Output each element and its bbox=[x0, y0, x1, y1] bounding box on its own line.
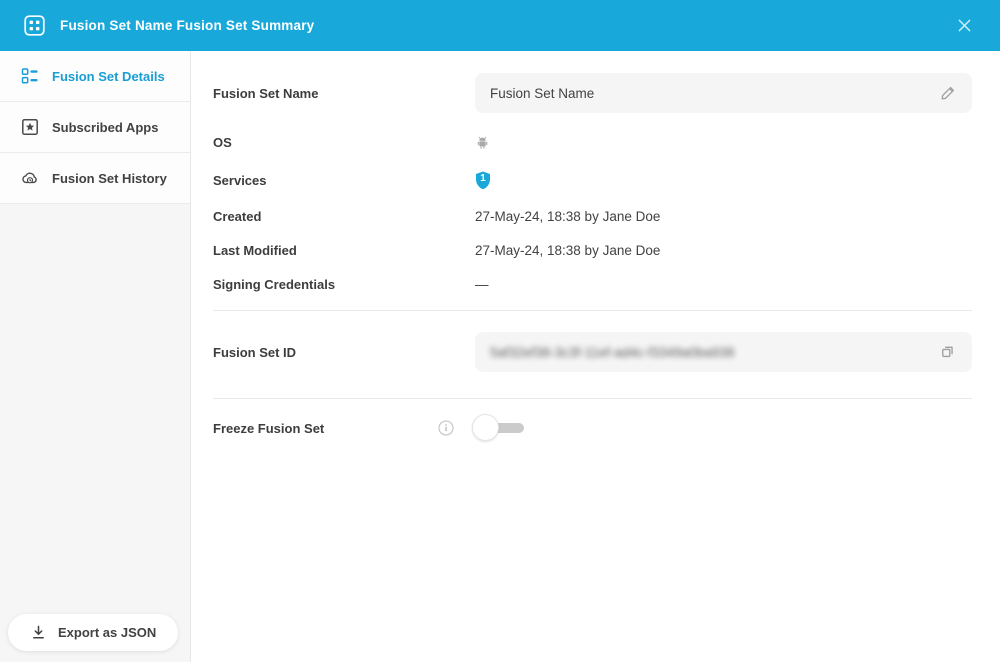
signing-credentials-value: — bbox=[475, 277, 489, 292]
last-modified-row: Last Modified 27-May-24, 18:38 by Jane D… bbox=[213, 239, 972, 261]
services-badge-count: 1 bbox=[475, 173, 491, 184]
services-label: Services bbox=[213, 173, 475, 188]
sidebar-item-fusion-set-history[interactable]: Fusion Set History bbox=[0, 153, 190, 204]
modal-title: Fusion Set Name Fusion Set Summary bbox=[60, 18, 314, 33]
pencil-icon[interactable] bbox=[939, 84, 957, 102]
star-square-icon bbox=[21, 118, 39, 136]
sidebar-item-label: Fusion Set History bbox=[52, 171, 167, 186]
modal-header: Fusion Set Name Fusion Set Summary bbox=[0, 0, 1000, 51]
sidebar-item-label: Fusion Set Details bbox=[52, 69, 165, 84]
created-value: 27-May-24, 18:38 by Jane Doe bbox=[475, 209, 660, 224]
fusion-set-grid-icon bbox=[24, 15, 45, 36]
sidebar-item-label: Subscribed Apps bbox=[52, 120, 158, 135]
created-label: Created bbox=[213, 209, 475, 224]
fusion-set-name-field[interactable]: Fusion Set Name bbox=[475, 73, 972, 113]
fusion-set-id-value: 5af32ef38-3c3f-11ef-ad4c-f3349a0ba938 bbox=[490, 345, 939, 360]
fusion-set-summary-modal: Fusion Set Name Fusion Set Summary Fusio… bbox=[0, 0, 1000, 662]
freeze-fusion-set-label: Freeze Fusion Set bbox=[213, 421, 438, 436]
sidebar: Fusion Set Details Subscribed Apps bbox=[0, 51, 191, 662]
os-label: OS bbox=[213, 135, 475, 150]
section-divider bbox=[213, 398, 972, 399]
download-icon bbox=[30, 624, 47, 641]
freeze-fusion-set-row: Freeze Fusion Set bbox=[213, 414, 972, 442]
details-list-icon bbox=[21, 67, 39, 85]
close-icon[interactable] bbox=[952, 14, 976, 38]
created-row: Created 27-May-24, 18:38 by Jane Doe bbox=[213, 205, 972, 227]
fusion-set-id-field: 5af32ef38-3c3f-11ef-ad4c-f3349a0ba938 bbox=[475, 332, 972, 372]
fusion-set-id-label: Fusion Set ID bbox=[213, 345, 475, 360]
fusion-set-name-value: Fusion Set Name bbox=[490, 86, 939, 101]
os-row: OS bbox=[213, 129, 972, 155]
fusion-set-name-label: Fusion Set Name bbox=[213, 86, 475, 101]
last-modified-value: 27-May-24, 18:38 by Jane Doe bbox=[475, 243, 660, 258]
sidebar-item-fusion-set-details[interactable]: Fusion Set Details bbox=[0, 51, 190, 102]
fusion-set-id-row: Fusion Set ID 5af32ef38-3c3f-11ef-ad4c-f… bbox=[213, 332, 972, 372]
android-icon bbox=[475, 135, 490, 150]
info-icon[interactable] bbox=[438, 420, 454, 436]
fusion-set-name-row: Fusion Set Name Fusion Set Name bbox=[213, 73, 972, 113]
section-divider bbox=[213, 310, 972, 311]
toggle-knob bbox=[472, 414, 499, 441]
signing-credentials-row: Signing Credentials — bbox=[213, 273, 972, 295]
last-modified-label: Last Modified bbox=[213, 243, 475, 258]
shield-badge-icon: 1 bbox=[475, 171, 491, 190]
freeze-toggle[interactable] bbox=[472, 414, 524, 442]
export-as-json-button[interactable]: Export as JSON bbox=[8, 614, 178, 651]
services-row: Services 1 bbox=[213, 167, 972, 193]
export-button-label: Export as JSON bbox=[58, 625, 156, 640]
signing-credentials-label: Signing Credentials bbox=[213, 277, 475, 292]
sidebar-item-subscribed-apps[interactable]: Subscribed Apps bbox=[0, 102, 190, 153]
history-cloud-icon bbox=[21, 169, 39, 187]
fusion-set-details-panel: Fusion Set Name Fusion Set Name OS bbox=[191, 51, 1000, 662]
copy-icon[interactable] bbox=[939, 343, 957, 361]
